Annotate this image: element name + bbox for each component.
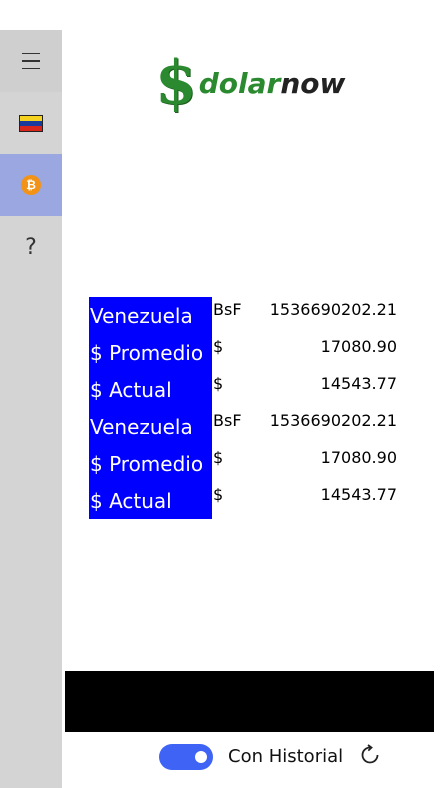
- rate-row: Venezuela BsF 1536690202.21: [89, 297, 409, 334]
- sidebar-item-help[interactable]: ?: [0, 216, 62, 278]
- help-icon: ?: [25, 234, 37, 260]
- rate-value: 17080.90: [320, 337, 397, 356]
- toggle-knob: [195, 751, 207, 763]
- hamburger-menu-button[interactable]: [0, 30, 62, 92]
- hamburger-menu-icon: [22, 50, 40, 73]
- rate-currency: $: [213, 374, 224, 393]
- rate-row: $ Actual $ 14543.77: [89, 482, 409, 519]
- rate-label: $ Actual: [89, 371, 212, 408]
- rate-currency: $: [213, 485, 224, 504]
- ad-banner[interactable]: [65, 671, 434, 732]
- venezuela-flag-icon: [19, 114, 43, 132]
- rate-row: $ Promedio $ 17080.90: [89, 334, 409, 371]
- rates-table: Venezuela BsF 1536690202.21 $ Promedio $…: [89, 297, 409, 519]
- rate-currency: $: [213, 337, 224, 356]
- app-logo: $ dolarnow: [155, 53, 345, 113]
- bitcoin-icon: ₿: [21, 175, 41, 195]
- rate-row: $ Promedio $ 17080.90: [89, 445, 409, 482]
- logo-dollar-symbol: $: [155, 48, 197, 118]
- rate-label: $ Promedio: [89, 445, 212, 482]
- rate-currency: BsF: [213, 411, 242, 430]
- rate-value: 17080.90: [320, 448, 397, 467]
- rate-label: $ Promedio: [89, 334, 212, 371]
- historial-toggle-label: Con Historial: [228, 746, 344, 767]
- refresh-icon[interactable]: [358, 743, 382, 767]
- rate-label: Venezuela: [89, 408, 212, 445]
- logo-wordmark: dolarnow: [198, 66, 346, 100]
- historial-toggle[interactable]: [159, 744, 213, 770]
- rate-row: $ Actual $ 14543.77: [89, 371, 409, 408]
- rate-currency: BsF: [213, 300, 242, 319]
- sidebar: ₿ ?: [0, 30, 62, 788]
- rate-row: Venezuela BsF 1536690202.21: [89, 408, 409, 445]
- rate-value: 14543.77: [320, 374, 397, 393]
- rate-label: $ Actual: [89, 482, 212, 519]
- rate-label: Venezuela: [89, 297, 212, 334]
- rate-currency: $: [213, 448, 224, 467]
- rate-value: 1536690202.21: [269, 300, 397, 319]
- sidebar-item-bitcoin[interactable]: ₿: [0, 154, 62, 216]
- rate-value: 14543.77: [320, 485, 397, 504]
- rate-value: 1536690202.21: [269, 411, 397, 430]
- sidebar-item-venezuela[interactable]: [0, 92, 62, 154]
